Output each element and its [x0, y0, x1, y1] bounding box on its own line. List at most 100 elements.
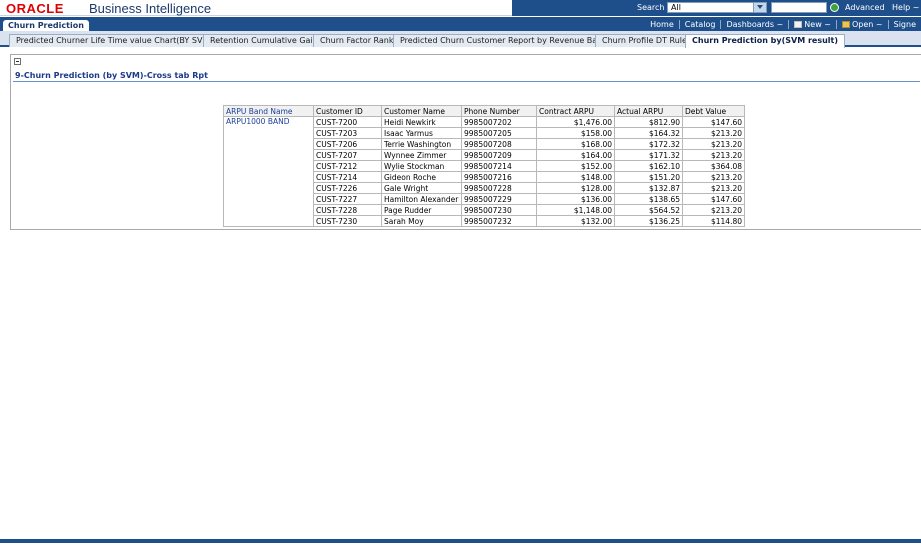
actual-arpu-cell: $138.65	[614, 193, 683, 205]
phone-number-cell: 9985007216	[461, 171, 537, 183]
nav-bar: Churn Prediction Home Catalog Dashboards…	[0, 17, 921, 31]
crosstab-table: ARPU Band Name Customer ID Customer Name…	[223, 105, 745, 227]
contract-arpu-cell: $1,148.00	[536, 204, 615, 216]
report-title: 9-Churn Prediction (by SVM)-Cross tab Rp…	[15, 71, 208, 80]
page-tabs: Predicted Churner Life Time value Chart(…	[0, 31, 921, 48]
customer-id-cell: CUST-7212	[313, 160, 382, 172]
header-arpu-band[interactable]: ARPU Band Name	[223, 105, 314, 117]
actual-arpu-cell: $162.10	[614, 160, 683, 172]
customer-name-cell: Hamilton Alexander	[381, 193, 462, 205]
contract-arpu-cell: $136.00	[536, 193, 615, 205]
contract-arpu-cell: $164.00	[536, 149, 615, 161]
actual-arpu-cell: $164.32	[614, 127, 683, 139]
dashboard-tab[interactable]: Churn Prediction	[3, 20, 89, 31]
help-menu[interactable]: Help ~	[892, 3, 919, 12]
phone-number-cell: 9985007230	[461, 204, 537, 216]
search-area: Search All Advanced Help ~	[512, 0, 921, 16]
header-actual-arpu[interactable]: Actual ARPU	[614, 105, 683, 117]
customer-id-cell: CUST-7203	[313, 127, 382, 139]
tab-churn-factor-rank[interactable]: Churn Factor Rank	[313, 34, 401, 47]
customer-id-cell: CUST-7227	[313, 193, 382, 205]
actual-arpu-cell: $172.32	[614, 138, 683, 150]
search-input[interactable]	[771, 2, 827, 13]
customer-name-cell: Sarah Moy	[381, 215, 462, 227]
debt-value-cell: $213.20	[682, 149, 745, 161]
actual-arpu-cell: $812.90	[614, 116, 683, 128]
tab-churner-ltv-chart[interactable]: Predicted Churner Life Time value Chart(…	[9, 34, 220, 47]
contract-arpu-cell: $132.00	[536, 215, 615, 227]
search-scope-select[interactable]: All	[667, 2, 767, 13]
contract-arpu-cell: $128.00	[536, 182, 615, 194]
report-section: 9-Churn Prediction (by SVM)-Cross tab Rp…	[10, 54, 921, 230]
nav-links: Home Catalog Dashboards ~ New ~ Open ~ S…	[645, 19, 921, 30]
customer-name-cell: Heidi Newkirk	[381, 116, 462, 128]
home-link[interactable]: Home	[645, 20, 679, 29]
phone-number-cell: 9985007202	[461, 116, 537, 128]
contract-arpu-cell: $158.00	[536, 127, 615, 139]
customer-id-cell: CUST-7228	[313, 204, 382, 216]
tab-churn-report-revenue-band[interactable]: Predicted Churn Customer Report by Reven…	[393, 34, 615, 47]
header-customer-id[interactable]: Customer ID	[313, 105, 382, 117]
header-phone-number[interactable]: Phone Number	[461, 105, 537, 117]
contract-arpu-cell: $152.00	[536, 160, 615, 172]
new-menu[interactable]: New ~	[789, 20, 836, 29]
customer-name-cell: Gale Wright	[381, 182, 462, 194]
header-customer-name[interactable]: Customer Name	[381, 105, 462, 117]
contract-arpu-cell: $148.00	[536, 171, 615, 183]
phone-number-cell: 9985007209	[461, 149, 537, 161]
advanced-link[interactable]: Advanced	[845, 3, 885, 12]
customer-id-cell: CUST-7226	[313, 182, 382, 194]
header-contract-arpu[interactable]: Contract ARPU	[536, 105, 615, 117]
table-body: ARPU1000 BAND CUST-7200 Heidi Newkirk 99850…	[223, 116, 745, 227]
table-header-row: ARPU Band Name Customer ID Customer Name…	[223, 105, 745, 117]
customer-name-cell: Wylie Stockman	[381, 160, 462, 172]
actual-arpu-cell: $132.87	[614, 182, 683, 194]
arpu-band-cell[interactable]: ARPU1000 BAND	[223, 116, 314, 227]
customer-id-cell: CUST-7200	[313, 116, 382, 128]
divider	[13, 81, 920, 82]
tab-retention-cumulative-gain[interactable]: Retention Cumulative Gain	[203, 34, 325, 47]
debt-value-cell: $114.80	[682, 215, 745, 227]
folder-icon	[842, 21, 850, 28]
customer-name-cell: Isaac Yarmus	[381, 127, 462, 139]
phone-number-cell: 9985007232	[461, 215, 537, 227]
search-go-icon[interactable]	[830, 3, 839, 12]
debt-value-cell: $364.08	[682, 160, 745, 172]
actual-arpu-cell: $171.32	[614, 149, 683, 161]
tab-churn-profile-dt-rule[interactable]: Churn Profile DT Rule	[595, 34, 694, 47]
top-bar: ORACLE Business Intelligence Search All …	[0, 0, 921, 16]
table-row: ARPU1000 BAND CUST-7200 Heidi Newkirk 99850…	[223, 116, 745, 227]
tab-churn-prediction-svm[interactable]: Churn Prediction by(SVM result)	[685, 34, 846, 48]
customer-id-cell: CUST-7207	[313, 149, 382, 161]
debt-value-cell: $213.20	[682, 182, 745, 194]
customer-name-cell: Gideon Roche	[381, 171, 462, 183]
actual-arpu-cell: $564.52	[614, 204, 683, 216]
oracle-logo: ORACLE	[6, 1, 64, 16]
phone-number-cell: 9985007214	[461, 160, 537, 172]
customer-name-cell: Wynnee Zimmer	[381, 149, 462, 161]
debt-value-cell: $213.20	[682, 171, 745, 183]
customer-name-cell: Terrie Washington	[381, 138, 462, 150]
phone-number-cell: 9985007208	[461, 138, 537, 150]
phone-number-cell: 9985007205	[461, 127, 537, 139]
customer-id-cell: CUST-7214	[313, 171, 382, 183]
phone-number-cell: 9985007228	[461, 182, 537, 194]
catalog-link[interactable]: Catalog	[680, 20, 721, 29]
bottom-border	[0, 539, 921, 543]
open-menu[interactable]: Open ~	[837, 20, 888, 29]
customer-id-cell: CUST-7230	[313, 215, 382, 227]
search-label: Search	[637, 3, 665, 12]
search-scope-value: All	[671, 3, 681, 12]
debt-value-cell: $213.20	[682, 204, 745, 216]
chevron-down-icon[interactable]	[753, 3, 766, 12]
customer-name-cell: Page Rudder	[381, 204, 462, 216]
debt-value-cell: $147.60	[682, 116, 745, 128]
signed-in-link[interactable]: Signe	[889, 20, 921, 29]
collapse-icon[interactable]	[14, 58, 21, 65]
product-name: Business Intelligence	[89, 1, 212, 16]
header-debt-value[interactable]: Debt Value	[682, 105, 745, 117]
contract-arpu-cell: $168.00	[536, 138, 615, 150]
actual-arpu-cell: $136.25	[614, 215, 683, 227]
customer-id-cell: CUST-7206	[313, 138, 382, 150]
dashboards-menu[interactable]: Dashboards ~	[721, 20, 788, 29]
